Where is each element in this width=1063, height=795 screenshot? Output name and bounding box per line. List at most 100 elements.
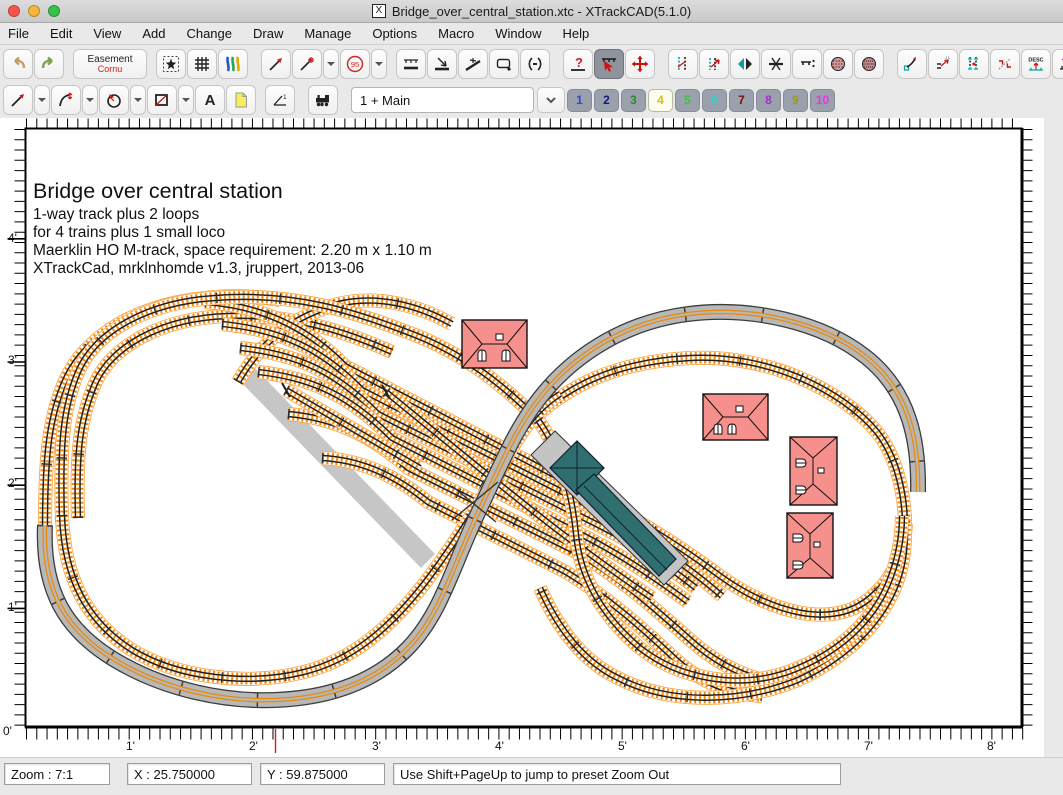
- dimension-tool-button[interactable]: 1: [265, 85, 295, 115]
- menu-manage[interactable]: Manage: [304, 26, 351, 41]
- description-button[interactable]: DESC: [1021, 49, 1051, 79]
- svg-text:2': 2': [249, 739, 258, 753]
- svg-text:?: ?: [575, 55, 583, 70]
- align-button[interactable]: [792, 49, 822, 79]
- draw-straight-button[interactable]: [3, 85, 33, 115]
- chevron-down-icon: [326, 60, 336, 68]
- text-tool-button[interactable]: A: [195, 85, 225, 115]
- protractor-button[interactable]: 95: [340, 49, 370, 79]
- draw-curve-dropdown[interactable]: [82, 85, 98, 115]
- layer-5-button[interactable]: 5: [675, 89, 700, 112]
- ruler-tool-button[interactable]: [292, 49, 322, 79]
- app-icon: X: [372, 4, 386, 18]
- svg-text:4': 4': [495, 739, 504, 753]
- draw-curve-button[interactable]: [51, 85, 81, 115]
- describe-button[interactable]: [489, 49, 519, 79]
- train-mode-button[interactable]: [308, 85, 338, 115]
- draw-shape-button[interactable]: [147, 85, 177, 115]
- flip-icon: [736, 55, 754, 73]
- draw-shape-dropdown[interactable]: [178, 85, 194, 115]
- layer-1-button[interactable]: 1: [567, 89, 592, 112]
- draw-straight-dropdown[interactable]: [34, 85, 50, 115]
- track-grade-button[interactable]: [458, 49, 488, 79]
- select-tool-button[interactable]: [594, 49, 624, 79]
- align-icon: [798, 55, 816, 73]
- join-multi-button[interactable]: [699, 49, 729, 79]
- draw-shape-icon: [153, 91, 171, 109]
- svg-text:6': 6': [741, 739, 750, 753]
- draw-circle-dropdown[interactable]: [130, 85, 146, 115]
- parallel-track-button[interactable]: [823, 49, 853, 79]
- menu-draw[interactable]: Draw: [253, 26, 283, 41]
- svg-text:Maerklin HO M-track, space req: Maerklin HO M-track, space requirement: …: [33, 242, 432, 259]
- protractor-dropdown[interactable]: [371, 49, 387, 79]
- menu-add[interactable]: Add: [142, 26, 165, 41]
- xtrackcad-window: X Bridge_over_central_station.xtc - XTra…: [0, 0, 1063, 795]
- menu-window[interactable]: Window: [495, 26, 541, 41]
- easement-button[interactable]: Easement Cornu: [73, 49, 147, 79]
- ruler-button[interactable]: [261, 49, 291, 79]
- layer-7-button[interactable]: 7: [729, 89, 754, 112]
- layer-select[interactable]: 1 + Main: [351, 87, 534, 113]
- ruler-dropdown[interactable]: [323, 49, 339, 79]
- status-zoom: Zoom : 7:1: [4, 763, 110, 785]
- redo-button[interactable]: [34, 49, 64, 79]
- join-track-button[interactable]: [668, 49, 698, 79]
- chevron-down-icon: [133, 96, 143, 104]
- layer-6-button[interactable]: 6: [702, 89, 727, 112]
- sever-track-button[interactable]: [990, 49, 1020, 79]
- easement-label: Easement: [87, 55, 132, 65]
- parallel-track-icon: [829, 55, 847, 73]
- undo-icon: [9, 55, 27, 73]
- layer-9-button[interactable]: 9: [783, 89, 808, 112]
- elevation-z-icon: Z: [1058, 55, 1063, 73]
- note-tool-button[interactable]: [226, 85, 256, 115]
- menu-macro[interactable]: Macro: [438, 26, 474, 41]
- flip-button[interactable]: [730, 49, 760, 79]
- drawing-canvas[interactable]: Bridge over central station 1-way track …: [0, 118, 1063, 757]
- svg-text:2': 2': [8, 476, 17, 490]
- status-bar: Zoom : 7:1 X : 25.750000 Y : 59.875000 U…: [0, 757, 1063, 795]
- connect-curve-button[interactable]: [897, 49, 927, 79]
- connect-tracks-button[interactable]: [959, 49, 989, 79]
- elevation-z-button[interactable]: Z: [1052, 49, 1063, 79]
- track-elevation-button[interactable]: [427, 49, 457, 79]
- layer-dropdown-button[interactable]: [537, 87, 565, 113]
- parallel-line-button[interactable]: [854, 49, 884, 79]
- measure-track-button[interactable]: [396, 49, 426, 79]
- layout-annotation: Bridge over central station 1-way track …: [33, 179, 432, 277]
- svg-text:8': 8': [987, 739, 996, 753]
- join-track-icon: [674, 55, 692, 73]
- description-icon: DESC: [1026, 55, 1046, 73]
- layer-select-value: 1 + Main: [360, 93, 410, 108]
- snap-grid-show-button[interactable]: [187, 49, 217, 79]
- undo-button[interactable]: [3, 49, 33, 79]
- svg-text:DESC: DESC: [1028, 58, 1043, 64]
- svg-text:1-way track plus 2 loops: 1-way track plus 2 loops: [33, 206, 200, 223]
- map-window-button[interactable]: [218, 49, 248, 79]
- toolbar-row-2: A 1 1 + Main 1 2 3 4 5 6 7 8 9 10: [0, 82, 1063, 118]
- svg-text:3': 3': [8, 353, 17, 367]
- join-multi-icon: [705, 55, 723, 73]
- menu-change[interactable]: Change: [186, 26, 232, 41]
- menu-file[interactable]: File: [8, 26, 29, 41]
- menu-edit[interactable]: Edit: [50, 26, 72, 41]
- svg-text:95: 95: [351, 60, 359, 69]
- layer-3-button[interactable]: 3: [621, 89, 646, 112]
- building-4: [787, 513, 833, 578]
- svg-text:A: A: [205, 92, 216, 109]
- connect-line-button[interactable]: [928, 49, 958, 79]
- menu-options[interactable]: Options: [372, 26, 417, 41]
- move-tool-button[interactable]: [625, 49, 655, 79]
- cross-track-button[interactable]: [761, 49, 791, 79]
- layer-8-button[interactable]: 8: [756, 89, 781, 112]
- query-button[interactable]: ?: [563, 49, 593, 79]
- layer-10-button[interactable]: 10: [810, 89, 835, 112]
- snap-grid-enable-button[interactable]: [156, 49, 186, 79]
- layer-4-button[interactable]: 4: [648, 89, 673, 112]
- menu-help[interactable]: Help: [563, 26, 590, 41]
- menu-view[interactable]: View: [93, 26, 121, 41]
- draw-circle-button[interactable]: [99, 85, 129, 115]
- layer-2-button[interactable]: 2: [594, 89, 619, 112]
- tunnel-button[interactable]: [520, 49, 550, 79]
